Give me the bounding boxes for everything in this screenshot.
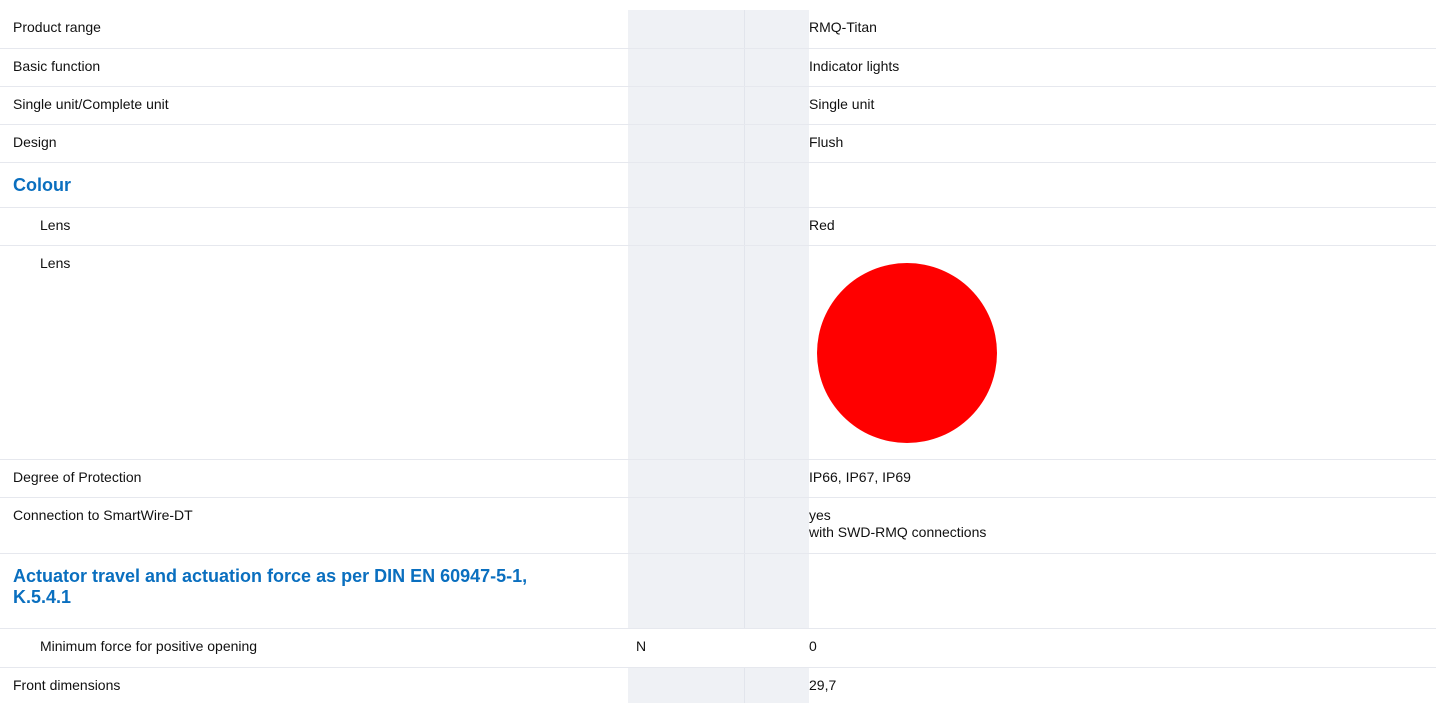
row-unit-secondary	[743, 553, 809, 629]
table-row: Front dimensions 29,7	[0, 667, 1436, 703]
row-unit-secondary	[743, 162, 809, 208]
row-unit	[628, 459, 744, 498]
row-value-product-range: RMQ-Titan	[809, 10, 1436, 49]
section-heading-row: Colour	[0, 162, 1436, 208]
section-heading-actuator-line2: K.5.4.1	[13, 586, 72, 607]
row-unit-secondary	[743, 207, 809, 246]
row-unit	[628, 48, 744, 87]
row-unit-secondary	[743, 497, 809, 554]
table-row: Lens	[0, 245, 1436, 460]
row-label-smartwire: Connection to SmartWire-DT	[0, 497, 628, 554]
row-label-front-dimensions: Front dimensions	[0, 667, 628, 703]
spec-table: Product range RMQ-Titan Basic function I…	[0, 10, 1436, 703]
row-unit	[628, 207, 744, 246]
row-value-design: Flush	[809, 124, 1436, 163]
row-unit-secondary	[743, 124, 809, 163]
row-unit-secondary	[743, 245, 809, 460]
section-heading-row: Actuator travel and actuation force as p…	[0, 553, 1436, 629]
product-datasheet: Product range RMQ-Titan Basic function I…	[0, 0, 1436, 703]
row-value-degree-of-protection: IP66, IP67, IP69	[809, 459, 1436, 498]
row-unit-secondary	[744, 628, 809, 668]
table-row: Minimum force for positive opening N 0	[0, 628, 1436, 668]
row-unit	[628, 497, 744, 554]
row-unit	[628, 245, 744, 460]
table-row: Basic function Indicator lights	[0, 48, 1436, 87]
table-row: Single unit/Complete unit Single unit	[0, 86, 1436, 125]
row-unit	[628, 162, 744, 208]
row-value-lens-swatch	[809, 245, 1436, 460]
row-label-product-range: Product range	[0, 10, 628, 49]
row-unit	[628, 553, 744, 629]
row-unit-secondary	[743, 10, 809, 49]
row-label-single-complete-unit: Single unit/Complete unit	[0, 86, 628, 125]
row-unit	[628, 124, 744, 163]
row-label-lens-swatch: Lens	[0, 245, 628, 460]
table-row: Design Flush	[0, 124, 1436, 163]
row-label-min-force: Minimum force for positive opening	[0, 628, 628, 668]
table-row: Product range RMQ-Titan	[0, 10, 1436, 49]
section-heading-actuator: Actuator travel and actuation force as p…	[0, 553, 628, 629]
row-unit-secondary	[743, 86, 809, 125]
row-unit	[628, 10, 744, 49]
row-unit-secondary	[743, 459, 809, 498]
row-label-degree-of-protection: Degree of Protection	[0, 459, 628, 498]
row-label-lens: Lens	[0, 207, 628, 246]
table-row: Lens Red	[0, 207, 1436, 246]
row-value-smartwire: yes with SWD-RMQ connections	[809, 497, 1436, 554]
row-unit-min-force: N	[628, 628, 744, 668]
row-value-min-force: 0	[809, 628, 1436, 668]
row-unit-secondary	[743, 48, 809, 87]
row-unit-secondary	[743, 667, 809, 703]
row-value-lens-colour: Red	[809, 207, 1436, 246]
table-row: Degree of Protection IP66, IP67, IP69	[0, 459, 1436, 498]
row-value-smartwire-line1: yes	[809, 506, 831, 523]
row-value-front-dimensions: 29,7	[809, 667, 1436, 703]
row-value-empty	[809, 162, 1436, 208]
row-value-smartwire-line2: with SWD-RMQ connections	[809, 523, 987, 540]
row-value-empty	[809, 553, 1436, 629]
table-row: Connection to SmartWire-DT yes with SWD-…	[0, 497, 1436, 554]
row-unit	[628, 86, 744, 125]
row-label-design: Design	[0, 124, 628, 163]
row-label-basic-function: Basic function	[0, 48, 628, 87]
row-unit	[628, 667, 744, 703]
row-value-basic-function: Indicator lights	[809, 48, 1436, 87]
section-heading-colour: Colour	[0, 162, 628, 208]
section-heading-actuator-line1: Actuator travel and actuation force as p…	[13, 565, 528, 586]
row-value-single-complete-unit: Single unit	[809, 86, 1436, 125]
lens-colour-swatch	[817, 262, 997, 443]
